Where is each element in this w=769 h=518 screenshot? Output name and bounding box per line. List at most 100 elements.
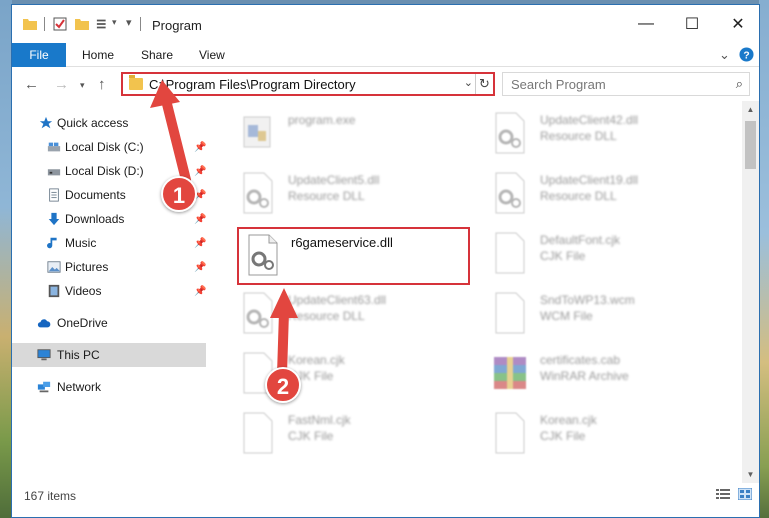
file-name: DefaultFont.cjk <box>540 233 621 247</box>
file-item[interactable]: DefaultFont.cjk CJK File <box>490 229 726 281</box>
file-name: SndToWP13.wcm <box>540 293 635 307</box>
sidebar-item-label: Documents <box>65 188 126 202</box>
search-icon[interactable]: ⌕ <box>736 76 743 92</box>
refresh-icon[interactable]: ↻ <box>475 74 493 94</box>
sidebar-item-videos[interactable]: Videos 📌 <box>12 279 206 303</box>
file-type: CJK File <box>540 249 586 263</box>
title-separator <box>44 17 45 31</box>
star-icon <box>39 116 53 129</box>
file-item[interactable]: certificates.cab WinRAR Archive <box>490 349 726 401</box>
recent-locations-chevron-icon[interactable]: ▾ <box>80 80 85 91</box>
title-separator <box>140 17 141 31</box>
file-item[interactable]: UpdateClient19.dll Resource DLL <box>490 169 726 221</box>
back-arrow-icon[interactable]: ← <box>24 76 39 93</box>
file-name: program.exe <box>288 113 356 127</box>
file-name: certificates.cab <box>540 353 621 367</box>
dll-file-icon <box>243 172 273 214</box>
tab-home[interactable]: Home <box>82 43 114 67</box>
file-item[interactable]: FastNml.cjk CJK File <box>238 409 474 461</box>
folder-icon[interactable] <box>22 16 38 32</box>
sidebar-item-label: Videos <box>65 284 102 298</box>
file-item[interactable]: UpdateClient42.dll Resource DLL <box>490 109 726 161</box>
desktop-wallpaper-right <box>759 0 769 518</box>
new-folder-icon[interactable] <box>74 16 90 32</box>
svg-text:?: ? <box>743 50 749 61</box>
sidebar-item-network[interactable]: Network <box>12 375 206 399</box>
pictures-icon <box>47 261 61 273</box>
file-type: Resource DLL <box>288 189 365 203</box>
file-type: CJK File <box>288 429 334 443</box>
file-item[interactable]: UpdateClient5.dll Resource DLL <box>238 169 474 221</box>
pin-icon[interactable]: 📌 <box>194 286 206 297</box>
sidebar-item-pictures[interactable]: Pictures 📌 <box>12 255 206 279</box>
file-item[interactable]: UpdateClient63.dll Resource DLL <box>238 289 474 341</box>
forward-arrow-icon[interactable]: → <box>54 76 69 93</box>
music-icon <box>47 237 57 249</box>
file-name: r6gameservice.dll <box>291 235 393 250</box>
sidebar-item-label: Music <box>65 236 97 250</box>
minimize-button[interactable]: — <box>623 5 669 43</box>
scrollbar-thumb[interactable] <box>745 121 756 169</box>
close-button[interactable]: ✕ <box>715 5 761 43</box>
properties-icon[interactable] <box>52 16 68 32</box>
network-icon <box>37 381 51 393</box>
scroll-up-arrow-icon[interactable]: ▲ <box>742 101 759 118</box>
pin-icon[interactable]: 📌 <box>194 166 206 177</box>
title-bar: ▾ ▾ Program — ☐ ✕ <box>12 5 759 43</box>
tab-share[interactable]: Share <box>141 43 173 67</box>
file-type: CJK File <box>540 429 586 443</box>
highlighted-file-item[interactable]: r6gameservice.dll <box>237 227 470 285</box>
up-arrow-icon[interactable]: ↑ <box>98 76 106 93</box>
pin-icon[interactable]: 📌 <box>194 262 206 273</box>
sidebar-item-this-pc[interactable]: This PC <box>12 343 206 367</box>
address-bar[interactable]: C:\Program Files\Program Directory ⌄ ↻ <box>121 72 495 96</box>
sidebar-item-quick-access[interactable]: Quick access <box>12 111 206 135</box>
sidebar-item-label: This PC <box>57 348 100 362</box>
cloud-icon <box>37 319 51 328</box>
details-view-icon[interactable] <box>716 488 730 500</box>
scroll-down-arrow-icon[interactable]: ▼ <box>742 466 759 483</box>
sidebar-item-label: OneDrive <box>57 316 108 330</box>
file-name: UpdateClient63.dll <box>288 293 387 307</box>
address-dropdown-icon[interactable]: ⌄ <box>464 76 473 89</box>
expand-ribbon-icon[interactable]: ⌄ <box>719 47 730 63</box>
blank-file-icon <box>495 232 525 274</box>
chevron-down-icon[interactable]: ▾ <box>112 17 117 28</box>
address-path[interactable]: C:\Program Files\Program Directory <box>149 77 356 92</box>
explorer-window: ▾ ▾ Program — ☐ ✕ File Home Share View ⌄… <box>11 4 760 518</box>
file-type: WCM File <box>540 309 593 323</box>
tab-view[interactable]: View <box>199 43 225 67</box>
large-icons-view-icon[interactable] <box>738 488 752 500</box>
file-type: Resource DLL <box>540 129 617 143</box>
vertical-scrollbar[interactable]: ▲ ▼ <box>742 101 759 483</box>
help-icon[interactable]: ? <box>739 47 754 62</box>
computer-icon <box>37 349 51 361</box>
blank-file-icon <box>243 412 273 454</box>
sidebar-item-label: Downloads <box>65 212 125 226</box>
pin-icon[interactable]: 📌 <box>194 214 206 225</box>
file-item[interactable]: SndToWP13.wcm WCM File <box>490 289 726 341</box>
tab-file[interactable]: File <box>12 43 66 67</box>
step-1-badge: 1 <box>161 176 197 212</box>
file-name: UpdateClient19.dll <box>540 173 639 187</box>
folder-icon <box>129 75 143 90</box>
quick-access-dropdown-icon[interactable]: ▾ <box>126 16 132 29</box>
documents-icon <box>49 188 59 202</box>
pin-icon[interactable]: 📌 <box>194 238 206 249</box>
download-icon <box>48 212 60 226</box>
search-input[interactable]: Search Program ⌕ <box>502 72 750 96</box>
pin-icon[interactable]: 📌 <box>194 142 206 153</box>
maximize-button[interactable]: ☐ <box>669 5 715 43</box>
sidebar-item-local-disk-c[interactable]: Local Disk (C:) 📌 <box>12 135 206 159</box>
file-type: Resource DLL <box>540 189 617 203</box>
dll-file-icon <box>495 112 525 154</box>
sidebar-item-label: Local Disk (C:) <box>65 140 144 154</box>
file-item[interactable]: Korean.cjk CJK File <box>490 409 726 461</box>
dll-file-icon <box>248 234 278 276</box>
file-item[interactable]: program.exe <box>238 109 474 161</box>
sidebar-item-music[interactable]: Music 📌 <box>12 231 206 255</box>
file-name: UpdateClient42.dll <box>540 113 639 127</box>
file-name: FastNml.cjk <box>288 413 351 427</box>
customize-toolbar-icon[interactable] <box>96 16 110 32</box>
sidebar-item-onedrive[interactable]: OneDrive <box>12 311 206 335</box>
